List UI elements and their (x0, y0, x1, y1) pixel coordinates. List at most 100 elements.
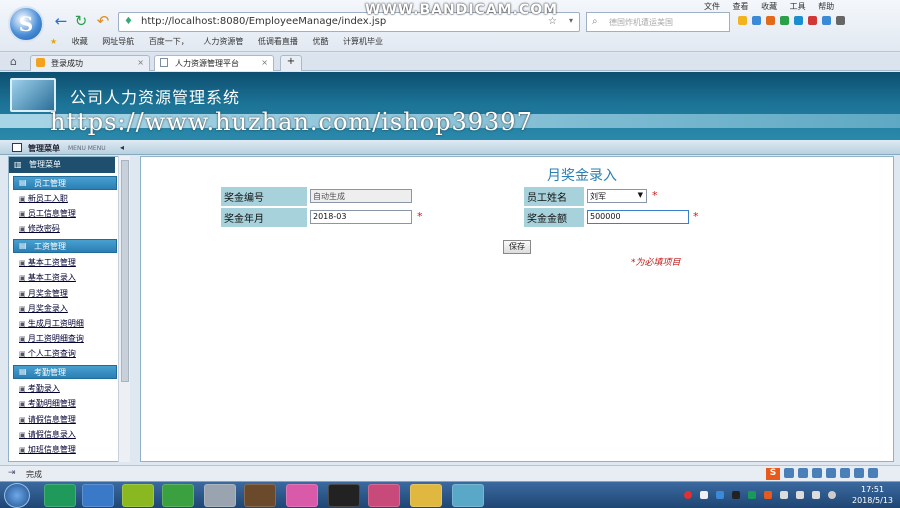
ime-icon[interactable] (784, 468, 794, 478)
tab-login[interactable]: 登录成功 × (30, 55, 150, 71)
menu-icon[interactable] (836, 16, 845, 25)
sidebar-item-base-salary-entry[interactable]: 基本工资录入 (19, 272, 76, 283)
sidebar-scrollbar[interactable] (118, 156, 130, 462)
sidebar-item-new-employee[interactable]: 新员工入职 (19, 193, 68, 204)
sidebar-item-leave-entry[interactable]: 请假信息录入 (19, 429, 76, 440)
toolbar-icons (738, 16, 888, 28)
extension-icon[interactable] (794, 16, 803, 25)
sidebar-item-attendance-detail[interactable]: 考勤明细管理 (19, 398, 76, 409)
bookmark-live[interactable]: 低调看直播 (258, 37, 298, 46)
back-icon[interactable]: ← (52, 12, 70, 30)
sidebar-header: ▥ 管理菜单 (9, 157, 115, 173)
sidebar-toggle-icon[interactable]: ⇥ (8, 468, 16, 478)
sidebar-item-bonus-manage[interactable]: 月奖金管理 (19, 288, 68, 299)
tray-icon[interactable] (716, 491, 724, 499)
group-salary[interactable]: ▤ 工资管理 (13, 239, 117, 253)
tab-bar: ⌂ 登录成功 × 人力资源管理平台 × + (0, 53, 900, 71)
dropdown-icon[interactable]: ▾ (569, 16, 573, 25)
close-icon[interactable]: × (137, 58, 144, 67)
menu-help[interactable]: 帮助 (818, 2, 834, 11)
new-tab-button[interactable]: + (280, 55, 302, 71)
menu-favorites[interactable]: 收藏 (761, 2, 777, 11)
menu-tools[interactable]: 工具 (790, 2, 806, 11)
taskbar-browser-icon[interactable] (82, 484, 114, 507)
required-star: * (417, 210, 423, 223)
scrollbar-thumb[interactable] (121, 160, 129, 382)
chart-icon: ▥ (14, 160, 22, 169)
content-panel: 月奖金录入 奖金编号 自动生成 奖金年月 2018-03 * 员工姓名 刘军 ▼… (140, 156, 894, 462)
taskbar-app-icon[interactable] (122, 484, 154, 507)
bookmark-graduation[interactable]: 计算机毕业 (343, 37, 383, 46)
tray-icon[interactable] (732, 491, 740, 499)
tray-icon[interactable] (764, 491, 772, 499)
employee-name-select[interactable]: 刘军 ▼ (587, 189, 647, 203)
ime-icon[interactable] (826, 468, 836, 478)
tray-icon[interactable] (684, 491, 692, 499)
group-attendance[interactable]: ▤ 考勤管理 (13, 365, 117, 379)
taskbar-folder-icon[interactable] (410, 484, 442, 507)
tray-icon[interactable] (748, 491, 756, 499)
extension-icon[interactable] (752, 16, 761, 25)
sidebar-item-personal-salary[interactable]: 个人工资查询 (19, 348, 76, 359)
search-input[interactable]: ⌕ 德国炸机遭运美国 (586, 12, 730, 32)
required-star: * (652, 189, 658, 202)
taskbar-record-icon[interactable] (328, 484, 360, 507)
taskbar-iqiyi-icon[interactable] (162, 484, 194, 507)
volume-icon[interactable] (796, 491, 804, 499)
extension-icon[interactable] (808, 16, 817, 25)
sidebar-item-employee-info[interactable]: 员工信息管理 (19, 208, 76, 219)
sidebar-item-bonus-entry[interactable]: 月奖金录入 (19, 303, 68, 314)
network-icon[interactable] (780, 491, 788, 499)
sidebar-item-detail-query[interactable]: 月工资明细查询 (19, 333, 84, 344)
menu-view[interactable]: 查看 (733, 2, 749, 11)
clock[interactable]: 17:51 2018/5/13 (852, 484, 893, 506)
extension-icon[interactable] (822, 16, 831, 25)
taskbar-app-icon[interactable] (44, 484, 76, 507)
tray-icon[interactable] (700, 491, 708, 499)
taskbar-app-icon[interactable] (244, 484, 276, 507)
ime-icon[interactable] (854, 468, 864, 478)
group-employee[interactable]: ▤ 员工管理 (13, 176, 117, 190)
bonus-month-field[interactable]: 2018-03 (310, 210, 412, 224)
extension-icon[interactable] (738, 16, 747, 25)
taskbar-app-icon[interactable] (204, 484, 236, 507)
taskbar-app-icon[interactable] (286, 484, 318, 507)
ime-icon[interactable] (812, 468, 822, 478)
sogou-icon[interactable]: S (766, 468, 780, 480)
flag-icon[interactable] (812, 491, 820, 499)
sidebar-item-change-password[interactable]: 修改密码 (19, 223, 60, 234)
sidebar-item-attendance-entry[interactable]: 考勤录入 (19, 383, 60, 394)
sidebar-item-overtime-manage[interactable]: 加班信息管理 (19, 444, 76, 455)
bookmark-baidu[interactable]: 百度一下， (149, 37, 189, 46)
sidebar-item-base-salary[interactable]: 基本工资管理 (19, 257, 76, 268)
sidebar-item-leave-manage[interactable]: 请假信息管理 (19, 414, 76, 425)
close-icon[interactable]: × (261, 58, 268, 67)
undo-icon[interactable]: ↶ (94, 12, 112, 30)
bookmark-nav[interactable]: 网址导航 (102, 37, 134, 46)
extension-icon[interactable] (780, 16, 789, 25)
ime-icon[interactable] (840, 468, 850, 478)
ime-icon[interactable] (798, 468, 808, 478)
tray-icon[interactable] (828, 491, 836, 499)
bookmark-youku[interactable]: 优酷 (312, 37, 328, 46)
collapse-icon[interactable]: ◂ (120, 143, 124, 152)
taskbar-app-icon[interactable] (368, 484, 400, 507)
bookmark-favorites[interactable]: 收藏 (72, 37, 88, 46)
save-button[interactable]: 保存 (503, 240, 531, 254)
bookmark-hr[interactable]: 人力资源管 (203, 37, 243, 46)
search-placeholder: 德国炸机遭运美国 (609, 18, 673, 27)
start-button[interactable] (4, 483, 30, 508)
taskbar-app-icon[interactable] (452, 484, 484, 507)
menu-file[interactable]: 文件 (704, 2, 720, 11)
menu-bar-label: 管理菜单 (28, 144, 60, 153)
browser-logo-icon[interactable]: S (8, 6, 44, 42)
extension-icon[interactable] (766, 16, 775, 25)
refresh-icon[interactable]: ↻ (72, 12, 90, 30)
ime-icon[interactable] (868, 468, 878, 478)
bonus-amount-field[interactable]: 500000 (587, 210, 689, 224)
menu-bar: 管理菜单 MENU MENU ◂ (0, 141, 900, 155)
bonus-no-label: 奖金编号 (221, 187, 307, 206)
sidebar-item-generate-detail[interactable]: 生成月工资明细 (19, 318, 84, 329)
home-icon[interactable]: ⌂ (10, 55, 17, 68)
tab-hr-platform[interactable]: 人力资源管理平台 × (154, 55, 274, 71)
